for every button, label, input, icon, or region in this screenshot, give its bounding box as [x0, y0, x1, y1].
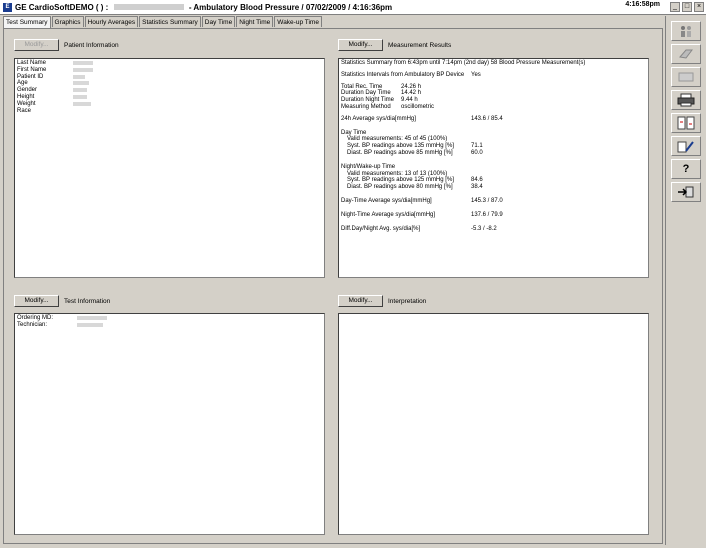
exit-icon	[678, 186, 694, 198]
night-diast-row: Diast. BP readings above 80 mmHg [%] 38.4	[347, 184, 483, 191]
help-button[interactable]: ?	[671, 159, 701, 179]
help-icon: ?	[682, 163, 690, 175]
tab-test-summary[interactable]: Test Summary	[3, 16, 51, 28]
window-title: GE CardioSoftDEMO ( ) : - Ambulatory Blo…	[15, 3, 392, 12]
stamp-button[interactable]	[671, 67, 701, 87]
tab-wake-up-time[interactable]: Wake-up Time	[274, 16, 322, 27]
printer-icon	[677, 93, 695, 107]
eraser-icon	[679, 49, 693, 59]
measurement-modify-button[interactable]: Modify...	[338, 39, 383, 51]
clock: 4:16:58pm	[625, 1, 660, 8]
patient-modify-button[interactable]: Modify...	[14, 39, 59, 51]
close-button[interactable]: ×	[694, 2, 704, 12]
compare-button[interactable]	[671, 113, 701, 133]
stamp-icon	[678, 72, 694, 82]
blurred-value	[73, 94, 87, 99]
patient-field: First Name	[17, 67, 322, 74]
interpretation-panel[interactable]	[338, 313, 649, 535]
measurement-section-header: Modify... Measurement Results	[338, 38, 451, 52]
exit-button[interactable]	[671, 182, 701, 202]
day-syst-row: Syst. BP readings above 135 mmHg [%] 71.1	[347, 143, 483, 150]
test-section-title: Test Information	[64, 297, 111, 305]
patient-field: Race	[17, 107, 32, 114]
erase-button[interactable]	[671, 44, 701, 64]
test-section-header: Modify... Test Information	[14, 294, 110, 308]
result-row: Measuring Method oscillometric	[341, 103, 435, 110]
interpretation-section-header: Modify... Interpretation	[338, 294, 426, 308]
tab-strip: Test Summary Graphics Hourly Averages St…	[3, 16, 323, 28]
night-syst-row: Syst. BP readings above 125 mmHg [%] 84.6	[347, 177, 483, 184]
title-rest: - Ambulatory Blood Pressure / 07/02/2009…	[188, 2, 393, 12]
patient-section-title: Patient Information	[64, 41, 119, 49]
tab-graphics[interactable]: Graphics	[51, 16, 84, 27]
blurred-value	[73, 74, 85, 79]
tab-hourly-averages[interactable]: Hourly Averages	[84, 16, 139, 27]
patients-icon	[681, 26, 691, 37]
summary-line: Statistics Summary from 6:43pm until 7:1…	[341, 60, 586, 66]
avg24-row: 24h Average sys/dia[mmHg] 143.6 / 85.4	[341, 115, 503, 122]
patient-field: Age	[17, 80, 322, 87]
maximize-button[interactable]: □	[682, 2, 692, 12]
app-name: GE CardioSoftDEMO	[15, 2, 94, 12]
minimize-button[interactable]: _	[670, 2, 680, 12]
interpretation-section-title: Interpretation	[388, 297, 427, 305]
blurred-value	[73, 61, 93, 65]
measurement-section-title: Measurement Results	[388, 41, 452, 49]
intervals-row: Statistics Intervals from Ambulatory BP …	[341, 71, 481, 78]
result-row: Duration Day Time 14.42 h	[341, 90, 422, 97]
blurred-patient-name	[113, 4, 184, 11]
compare-icon	[677, 116, 695, 130]
patient-field: Height	[17, 94, 322, 101]
day-avg-row: Day-Time Average sys/dia[mmHg] 145.3 / 87…	[341, 197, 503, 204]
day-diast-row: Diast. BP readings above 85 mmHg [%] 60.0	[347, 149, 483, 156]
test-field: Technician:	[17, 322, 322, 329]
sidebar-toolbar: ?	[665, 16, 706, 545]
measurement-results-panel: Statistics Summary from 6:43pm until 7:1…	[338, 58, 649, 278]
print-button[interactable]	[671, 90, 701, 110]
tab-statistics-summary[interactable]: Statistics Summary	[139, 16, 201, 27]
tab-night-time[interactable]: Night Time	[236, 16, 274, 27]
patient-field: Weight	[17, 101, 322, 108]
edit-button[interactable]	[671, 136, 701, 156]
diff-row: Diff.Day/Night Avg. sys/dia[%] -5.3 / -8.…	[341, 225, 497, 232]
patient-section-header: Modify... Patient Information	[14, 38, 119, 52]
title-paren: ( ) :	[95, 2, 109, 12]
patients-button[interactable]	[671, 21, 701, 41]
day-valid: Valid measurements: 45 of 45 (100%)	[347, 136, 448, 143]
edit-icon	[677, 141, 694, 153]
blurred-value	[77, 316, 107, 320]
app-icon: E	[3, 2, 12, 12]
result-row: Total Rec. Time 24.26 h	[341, 83, 422, 90]
blurred-value	[73, 88, 87, 93]
test-field: Ordering MD:	[17, 315, 322, 322]
day-time-title: Day Time	[341, 129, 367, 136]
patient-field: Last Name	[17, 60, 322, 67]
patient-field: Gender	[17, 87, 322, 94]
blurred-value	[73, 81, 89, 86]
title-bar: E GE CardioSoftDEMO ( ) : - Ambulatory B…	[0, 0, 706, 15]
night-valid: Valid measurements: 13 of 13 (100%)	[347, 170, 448, 177]
night-time-title: Night/Wake-up Time	[341, 163, 396, 170]
blurred-value	[73, 67, 93, 72]
test-modify-button[interactable]: Modify...	[14, 295, 59, 307]
blurred-value	[73, 101, 91, 106]
patient-field: Patient ID	[17, 74, 322, 81]
night-avg-row: Night-Time Average sys/dia[mmHg] 137.6 / …	[341, 211, 503, 218]
test-info-panel: Ordering MD: Technician:	[14, 313, 325, 535]
patient-info-panel: Last Name First Name Patient ID Age Gend…	[14, 58, 325, 278]
tab-day-time[interactable]: Day Time	[201, 16, 236, 27]
result-row: Duration Night Time 9.44 h	[341, 97, 418, 104]
blurred-value	[77, 322, 103, 327]
interpretation-modify-button[interactable]: Modify...	[338, 295, 383, 307]
